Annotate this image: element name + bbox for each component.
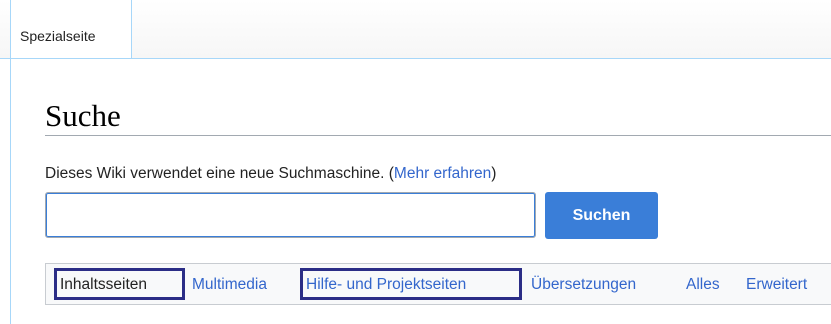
title-divider: [45, 135, 831, 136]
search-engine-notice: Dieses Wiki verwendet eine neue Suchmasc…: [45, 165, 496, 183]
filter-multimedia[interactable]: Multimedia: [192, 276, 267, 294]
search-input[interactable]: [45, 192, 536, 238]
filter-advanced[interactable]: Erweitert: [746, 276, 807, 294]
highlight-box-content-pages: [54, 268, 185, 300]
search-profile-bar: Inhaltsseiten Multimedia Hilfe- und Proj…: [45, 263, 831, 305]
filter-all[interactable]: Alles: [686, 276, 720, 294]
tab-label: Spezialseite: [20, 28, 96, 44]
page-title: Suche: [45, 98, 121, 133]
search-button[interactable]: Suchen: [545, 192, 658, 239]
tab-strip: Spezialseite: [0, 0, 831, 59]
filter-translations[interactable]: Übersetzungen: [531, 276, 636, 294]
content-border: [10, 58, 11, 324]
notice-text: Dieses Wiki verwendet eine neue Suchmasc…: [45, 165, 394, 182]
special-page: Spezialseite Suche Dieses Wiki verwendet…: [0, 0, 831, 324]
notice-suffix: ): [491, 165, 497, 182]
learn-more-link[interactable]: Mehr erfahren: [394, 165, 491, 182]
highlight-box-help-project-pages: [300, 268, 522, 300]
tab-special-page[interactable]: Spezialseite: [10, 0, 132, 58]
